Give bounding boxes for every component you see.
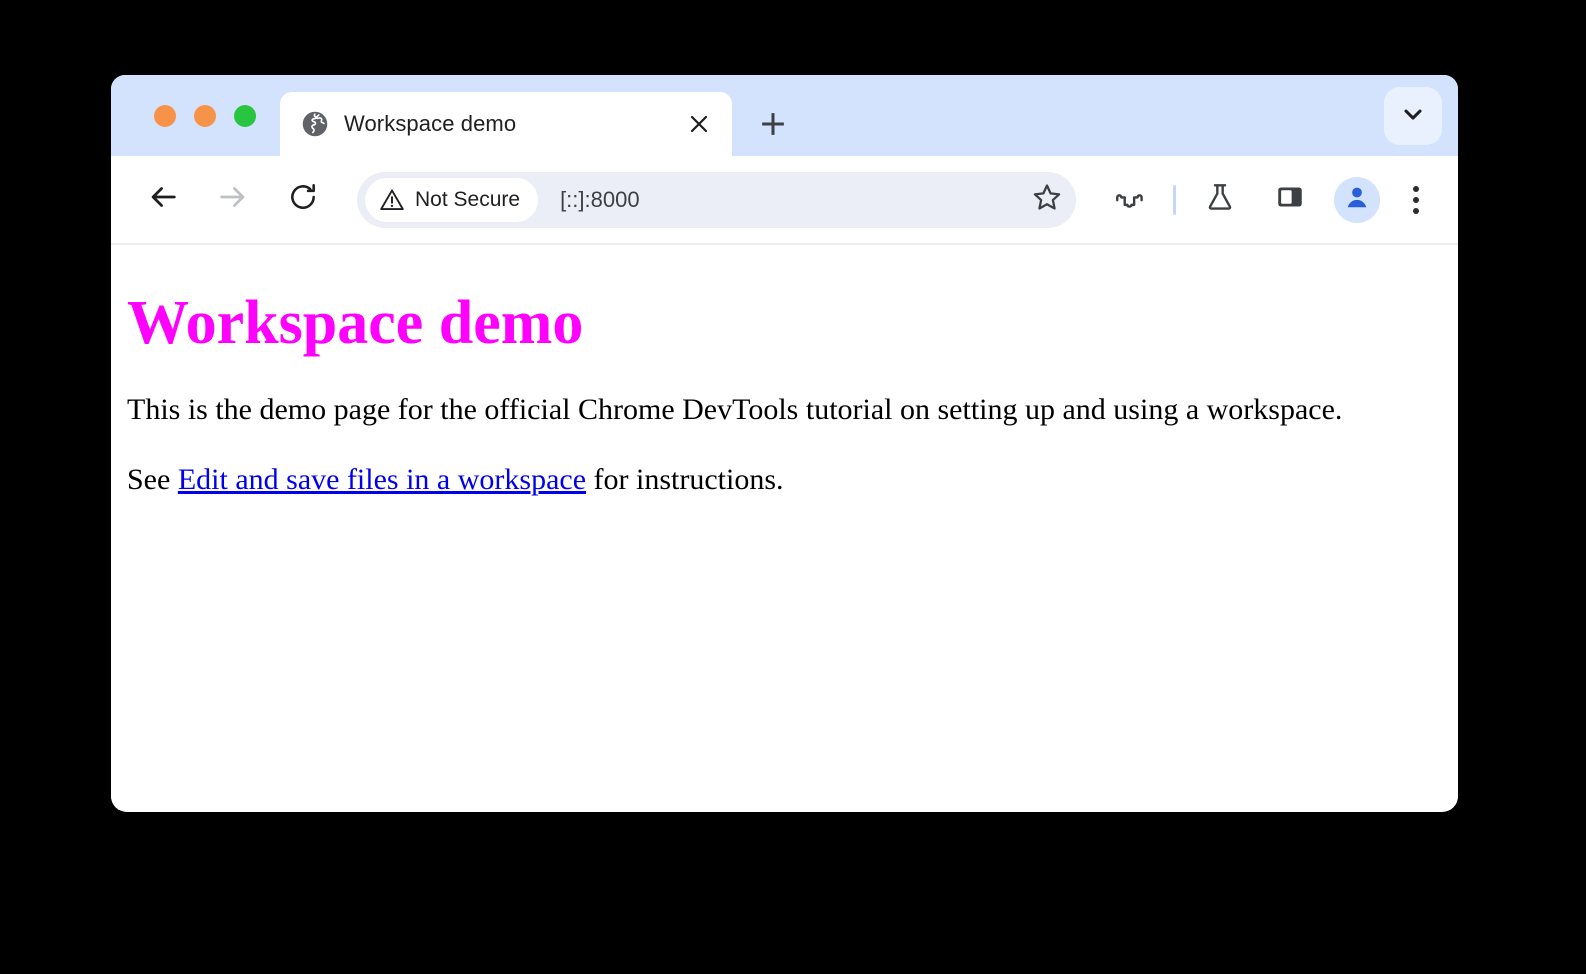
bookmark-star-button[interactable]	[1024, 177, 1070, 223]
url-text[interactable]: [::]:8000	[538, 187, 1024, 213]
security-status-chip[interactable]: Not Secure	[365, 178, 538, 222]
reload-button[interactable]	[277, 174, 329, 226]
flask-icon	[1204, 181, 1236, 218]
paragraph-suffix-text: for instructions.	[586, 463, 783, 496]
puzzle-piece-icon	[1113, 181, 1145, 218]
window-minimize-button[interactable]	[194, 105, 216, 127]
toolbar-divider	[1173, 185, 1176, 215]
profile-button[interactable]	[1334, 177, 1380, 223]
browser-tab[interactable]: Workspace demo	[280, 92, 732, 156]
browser-window: Workspace demo	[111, 75, 1458, 812]
tab-close-button[interactable]	[684, 109, 714, 139]
paragraph-prefix-text: See	[127, 463, 178, 496]
side-panel-icon	[1275, 182, 1305, 217]
extensions-button[interactable]	[1103, 174, 1155, 226]
back-button[interactable]	[137, 174, 189, 226]
person-icon	[1342, 182, 1372, 217]
arrow-left-icon	[146, 180, 180, 219]
address-bar[interactable]: Not Secure [::]:8000	[357, 172, 1076, 228]
toolbar-actions	[1094, 174, 1444, 226]
page-title: Workspace demo	[127, 291, 1442, 356]
star-icon	[1031, 181, 1063, 218]
window-maximize-button[interactable]	[234, 105, 256, 127]
window-controls	[111, 75, 276, 156]
security-status-label: Not Secure	[415, 188, 520, 212]
labs-button[interactable]	[1194, 174, 1246, 226]
chevron-down-icon	[1399, 100, 1427, 133]
forward-button[interactable]	[207, 174, 259, 226]
arrow-right-icon	[216, 180, 250, 219]
page-paragraph-intro: This is the demo page for the official C…	[127, 392, 1442, 428]
window-close-button[interactable]	[154, 105, 176, 127]
tab-search-button[interactable]	[1384, 87, 1442, 145]
page-paragraph-instructions: See Edit and save files in a workspace f…	[127, 462, 1442, 498]
three-dots-icon	[1413, 186, 1419, 214]
warning-triangle-icon	[379, 187, 405, 213]
new-tab-button[interactable]	[750, 101, 796, 147]
reload-icon	[287, 181, 319, 218]
side-panel-button[interactable]	[1264, 174, 1316, 226]
globe-icon	[302, 111, 328, 137]
tab-strip: Workspace demo	[111, 75, 1458, 156]
workspace-tutorial-link[interactable]: Edit and save files in a workspace	[178, 463, 586, 496]
browser-toolbar: Not Secure [::]:8000	[111, 156, 1458, 245]
tab-title: Workspace demo	[344, 111, 684, 137]
page-viewport: Workspace demo This is the demo page for…	[111, 245, 1458, 810]
chrome-menu-button[interactable]	[1394, 174, 1438, 226]
